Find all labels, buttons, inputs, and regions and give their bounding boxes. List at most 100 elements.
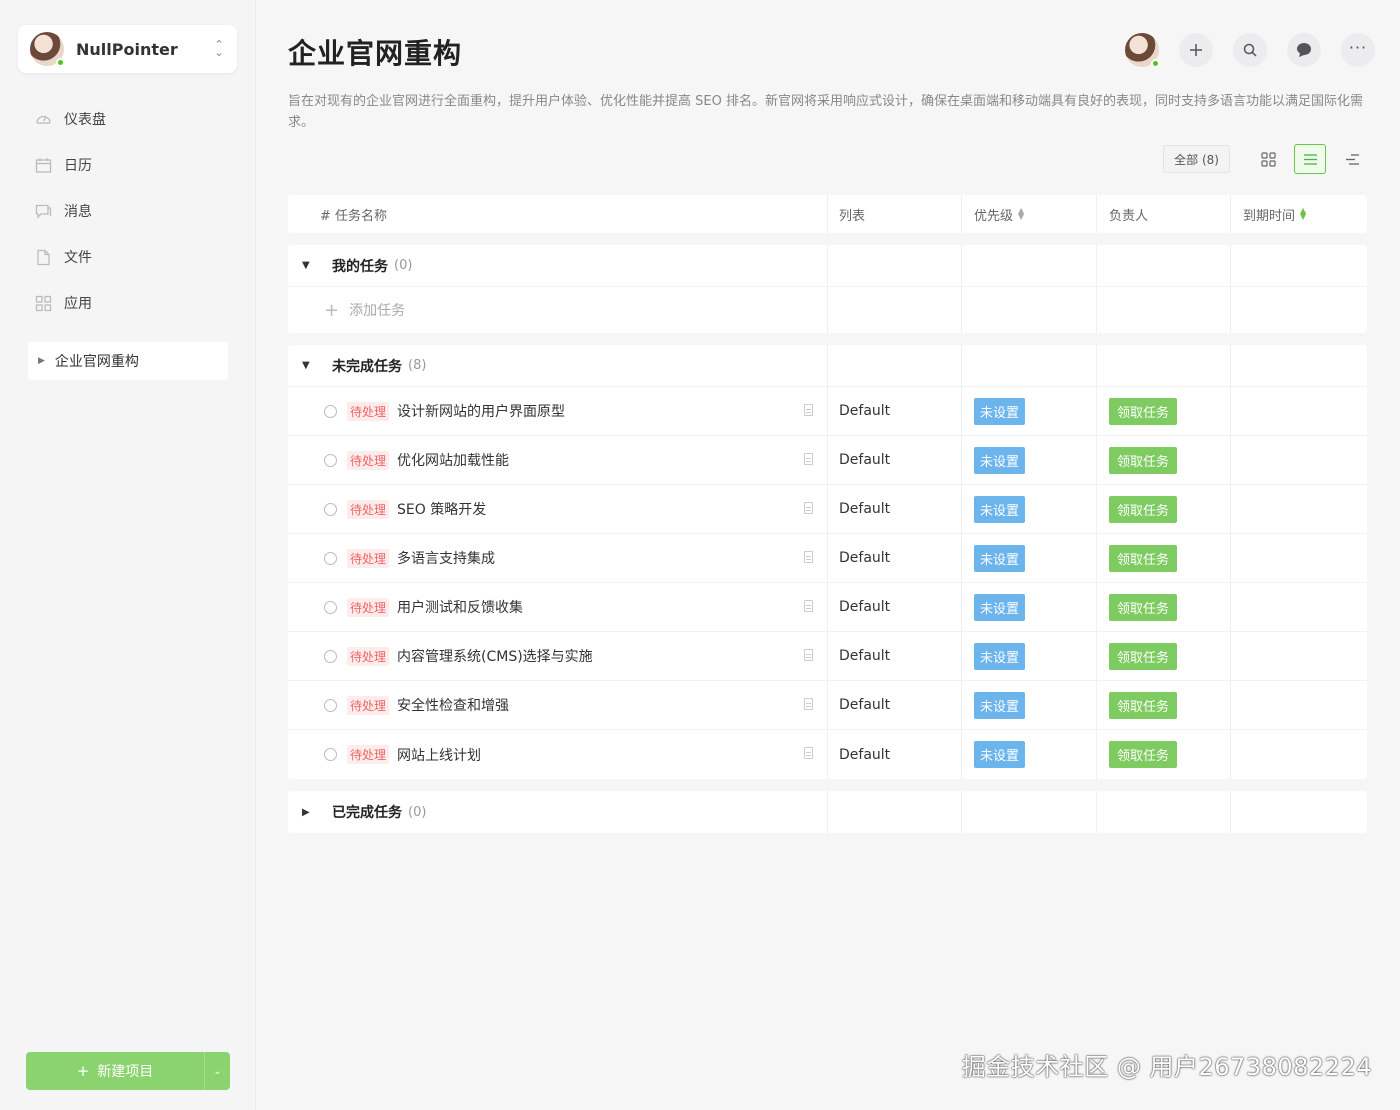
grid-icon [1260, 151, 1276, 167]
complete-checkbox[interactable] [324, 551, 337, 565]
due-date-cell[interactable] [1231, 632, 1367, 680]
sort-icon: ▲ ▼ [1018, 206, 1025, 221]
add-task-row[interactable]: + 添加任务 [288, 287, 1367, 333]
task-name[interactable]: 多语言支持集成 [397, 548, 495, 568]
column-header-list: 列表 [828, 195, 962, 233]
group-count: (8) [408, 358, 427, 373]
status-badge: 待处理 [347, 695, 390, 715]
status-badge: 待处理 [347, 597, 390, 617]
claim-task-button[interactable]: 领取任务 [1109, 446, 1178, 474]
column-label: 优先级 [974, 208, 1014, 224]
due-date-cell[interactable] [1231, 534, 1367, 582]
priority-tag[interactable]: 未设置 [974, 642, 1026, 670]
claim-task-button[interactable]: 领取任务 [1109, 642, 1178, 670]
sidebar-item-apps[interactable]: 应用 [28, 280, 228, 326]
priority-tag[interactable]: 未设置 [974, 593, 1026, 621]
due-date-cell[interactable] [1231, 436, 1367, 484]
caret-down-icon[interactable]: ▼ [302, 360, 314, 371]
caret-right-icon[interactable]: ▶ [302, 807, 314, 818]
task-name[interactable]: 网站上线计划 [397, 745, 481, 765]
new-project-button[interactable]: + 新建项目 [26, 1052, 204, 1090]
table-row[interactable]: 待处理 网站上线计划 Default 未设置 领取任务 [288, 730, 1367, 779]
caret-right-icon: ▶ [38, 356, 45, 366]
table-row[interactable]: 待处理 用户测试和反馈收集 Default 未设置 领取任务 [288, 583, 1367, 632]
task-name[interactable]: 设计新网站的用户界面原型 [397, 401, 565, 421]
chevron-down-icon[interactable]: ⌄ [204, 1052, 230, 1090]
grid-view-button[interactable] [1252, 144, 1284, 174]
document-icon[interactable] [804, 502, 813, 514]
table-row[interactable]: 待处理 多语言支持集成 Default 未设置 领取任务 [288, 534, 1367, 583]
priority-tag[interactable]: 未设置 [974, 495, 1026, 523]
task-name[interactable]: 安全性检查和增强 [397, 695, 509, 715]
complete-checkbox[interactable] [324, 600, 337, 614]
column-header-due[interactable]: 到期时间 ▲ ▼ [1231, 195, 1367, 233]
column-header-priority[interactable]: 优先级 ▲ ▼ [962, 195, 1097, 233]
online-status-dot [1151, 59, 1160, 68]
filter-all-button[interactable]: 全部 (8) [1163, 145, 1230, 173]
priority-tag[interactable]: 未设置 [974, 691, 1026, 719]
group-header[interactable]: ▼ 未完成任务 (8) [288, 345, 1367, 387]
sidebar-project-item[interactable]: ▶ 企业官网重构 [28, 342, 228, 380]
claim-task-button[interactable]: 领取任务 [1109, 691, 1178, 719]
status-badge: 待处理 [347, 646, 390, 666]
group-my-tasks: ▼ 我的任务 (0) + 添加任务 [288, 245, 1367, 333]
task-name[interactable]: 内容管理系统(CMS)选择与实施 [397, 646, 593, 666]
priority-tag[interactable]: 未设置 [974, 397, 1026, 425]
column-header-name: # 任务名称 [288, 195, 828, 233]
due-date-cell[interactable] [1231, 387, 1367, 435]
claim-task-button[interactable]: 领取任务 [1109, 397, 1178, 425]
group-header[interactable]: ▶ 已完成任务 (0) [288, 791, 1367, 833]
task-name[interactable]: 用户测试和反馈收集 [397, 597, 523, 617]
list-view-button[interactable] [1294, 144, 1326, 174]
group-incomplete-tasks: ▼ 未完成任务 (8) 待处理 设计新网站的用户界面原型 Default 未设置 领取任… [288, 345, 1367, 779]
sidebar-item-dashboard[interactable]: 仪表盘 [28, 96, 228, 142]
complete-checkbox[interactable] [324, 698, 337, 712]
claim-task-button[interactable]: 领取任务 [1109, 741, 1178, 768]
task-name[interactable]: 优化网站加载性能 [397, 450, 509, 470]
task-name[interactable]: SEO 策略开发 [397, 499, 486, 519]
user-switcher[interactable]: NullPointer ⌃ ⌄ [18, 25, 237, 73]
document-icon[interactable] [804, 698, 813, 710]
table-row[interactable]: 待处理 内容管理系统(CMS)选择与实施 Default 未设置 领取任务 [288, 632, 1367, 681]
document-icon[interactable] [804, 600, 813, 612]
complete-checkbox[interactable] [324, 453, 337, 467]
complete-checkbox[interactable] [324, 502, 337, 516]
table-row[interactable]: 待处理 优化网站加载性能 Default 未设置 领取任务 [288, 436, 1367, 485]
priority-tag[interactable]: 未设置 [974, 446, 1026, 474]
due-date-cell[interactable] [1231, 583, 1367, 631]
claim-task-button[interactable]: 领取任务 [1109, 544, 1178, 572]
claim-task-button[interactable]: 领取任务 [1109, 593, 1178, 621]
caret-down-icon[interactable]: ▼ [302, 260, 314, 271]
avatar[interactable] [1125, 33, 1160, 68]
table-row[interactable]: 待处理 设计新网站的用户界面原型 Default 未设置 领取任务 [288, 387, 1367, 436]
due-date-cell[interactable] [1231, 681, 1367, 729]
plus-icon: + [76, 1062, 90, 1080]
document-icon[interactable] [804, 551, 813, 563]
task-list: Default [839, 697, 891, 713]
claim-task-button[interactable]: 领取任务 [1109, 495, 1178, 523]
status-badge: 待处理 [347, 401, 390, 421]
document-icon[interactable] [804, 404, 813, 416]
group-header[interactable]: ▼ 我的任务 (0) [288, 245, 1367, 287]
table-row[interactable]: 待处理 安全性检查和增强 Default 未设置 领取任务 [288, 681, 1367, 730]
priority-tag[interactable]: 未设置 [974, 544, 1026, 572]
due-date-cell[interactable] [1231, 485, 1367, 533]
complete-checkbox[interactable] [324, 649, 337, 663]
complete-checkbox[interactable] [324, 748, 337, 761]
due-date-cell[interactable] [1231, 730, 1367, 779]
sidebar-item-files[interactable]: 文件 [28, 234, 228, 280]
chat-button[interactable] [1287, 33, 1321, 67]
document-icon[interactable] [804, 747, 813, 759]
priority-tag[interactable]: 未设置 [974, 741, 1026, 768]
search-button[interactable] [1233, 33, 1267, 67]
gantt-view-button[interactable] [1336, 144, 1368, 174]
document-icon[interactable] [804, 453, 813, 465]
complete-checkbox[interactable] [324, 404, 337, 418]
document-icon[interactable] [804, 649, 813, 661]
add-button[interactable] [1179, 33, 1213, 67]
table-row[interactable]: 待处理 SEO 策略开发 Default 未设置 领取任务 [288, 485, 1367, 534]
more-button[interactable]: ··· [1341, 33, 1375, 67]
sidebar-item-messages[interactable]: 消息 [28, 188, 228, 234]
task-list: Default [839, 501, 891, 517]
sidebar-item-calendar[interactable]: 日历 [28, 142, 228, 188]
